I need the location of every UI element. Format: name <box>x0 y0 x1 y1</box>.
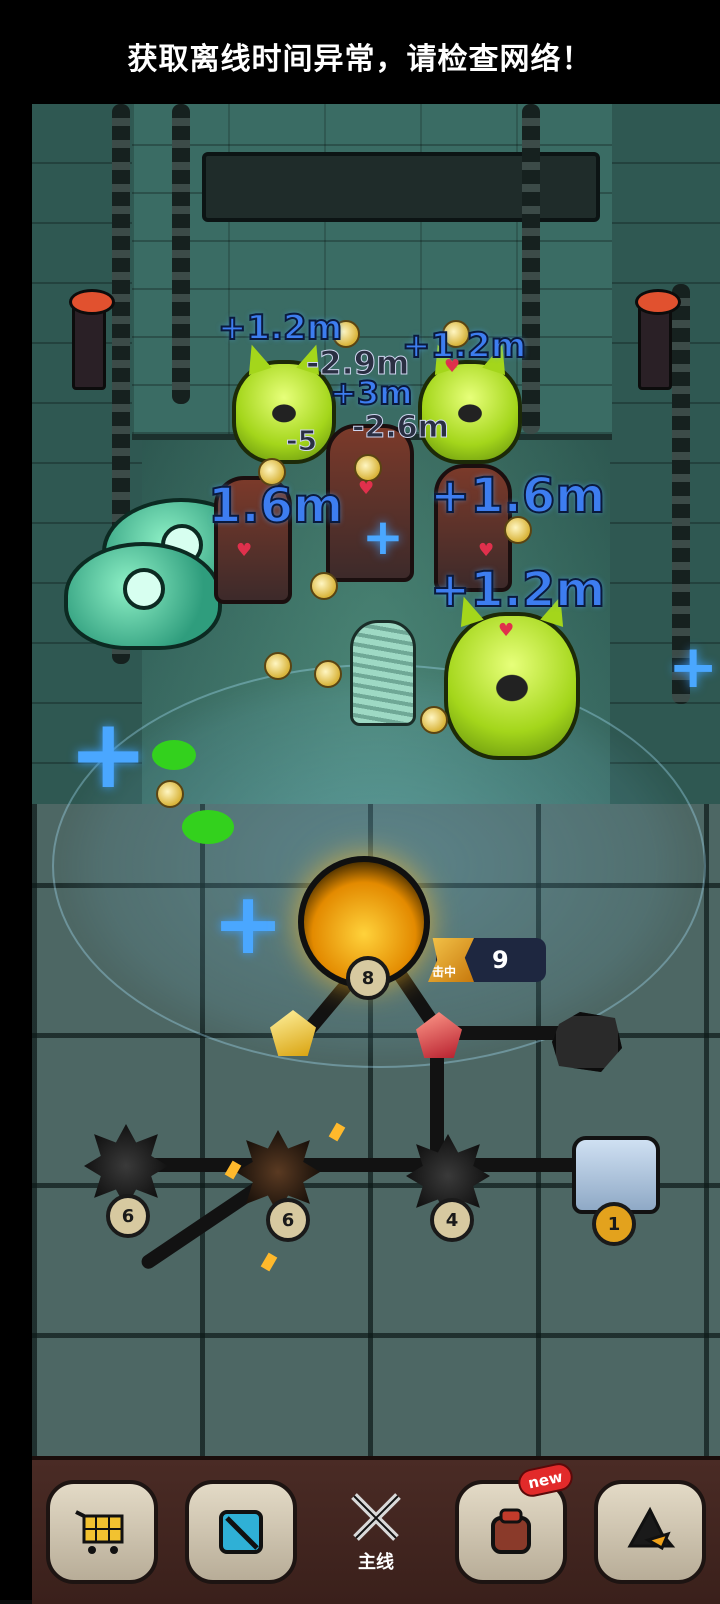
damage-number: +1.2m <box>429 561 606 619</box>
hit-count: 9 <box>492 946 509 974</box>
coin-icon <box>310 572 338 600</box>
chain-left-inner <box>172 104 190 404</box>
node-level-badge: 6 <box>266 1198 310 1242</box>
heal-cross-icon: + <box>668 632 719 702</box>
torch-left <box>69 289 115 390</box>
nav-shop-button[interactable] <box>45 1480 158 1584</box>
nav-tools-button[interactable] <box>184 1480 297 1584</box>
nav-hero-button[interactable] <box>594 1480 707 1584</box>
green-splat <box>182 810 234 844</box>
torch-right <box>635 289 681 390</box>
game-stage[interactable]: ♥ ♥ ♥ ♥ ♥ +1.2m +1.2m -2.9m +3m -5 -2.6m… <box>32 104 720 1488</box>
nav-bag-button[interactable]: new <box>455 1460 576 1584</box>
right-wall <box>610 104 720 824</box>
shop-cart-icon <box>74 1510 124 1554</box>
hit-label: 击中 <box>432 965 457 979</box>
bottom-nav: 主线 new <box>32 1456 720 1604</box>
crossed-swords-icon <box>351 1493 401 1541</box>
cyclops-slime-front[interactable] <box>64 542 222 650</box>
nav-main-label: 主线 <box>357 1552 394 1573</box>
damage-number: +1.2m <box>401 325 527 367</box>
coin-icon <box>264 652 292 680</box>
node-level-badge: 1 <box>592 1202 636 1246</box>
network-error-notice: 获取离线时间异常，请检查网络！ <box>0 0 720 112</box>
wooden-beam <box>202 152 600 222</box>
pickaxe-icon <box>218 1510 263 1554</box>
damage-number: +1.6m <box>429 467 606 525</box>
coin-icon <box>156 780 184 808</box>
node-level-badge: 6 <box>106 1194 150 1238</box>
mummy-enemy[interactable] <box>350 620 416 726</box>
damage-number: 1.6m <box>207 477 344 535</box>
heart-icon: ♥ <box>236 540 253 561</box>
node-level-badge: 4 <box>430 1198 474 1242</box>
chain-right-inner <box>522 104 540 434</box>
damage-number: +1.2m <box>217 307 343 349</box>
heart-icon: ♥ <box>478 540 495 561</box>
core-level-badge: 8 <box>346 956 390 1000</box>
screen-edge <box>0 104 32 1600</box>
nav-main-tab[interactable]: 主线 <box>324 1484 428 1580</box>
coin-icon <box>420 706 448 734</box>
heal-cross-icon: + <box>212 874 285 974</box>
heal-cross-icon: + <box>362 508 404 566</box>
heart-icon: ♥ <box>358 478 375 499</box>
green-splat <box>152 740 196 770</box>
coin-icon <box>314 660 342 688</box>
damage-number: -2.6m <box>352 410 450 446</box>
backpack-icon <box>491 1508 532 1554</box>
damage-number: -5 <box>285 424 318 458</box>
hit-counter: 击中 9 <box>428 938 546 982</box>
damage-number: +3m <box>329 373 413 413</box>
heart-icon: ♥ <box>498 620 515 641</box>
heal-cross-icon: + <box>68 698 149 810</box>
network-error-text: 获取离线时间异常，请检查网络！ <box>127 42 593 77</box>
hat-icon <box>627 1506 676 1551</box>
new-badge: new <box>516 1460 576 1500</box>
